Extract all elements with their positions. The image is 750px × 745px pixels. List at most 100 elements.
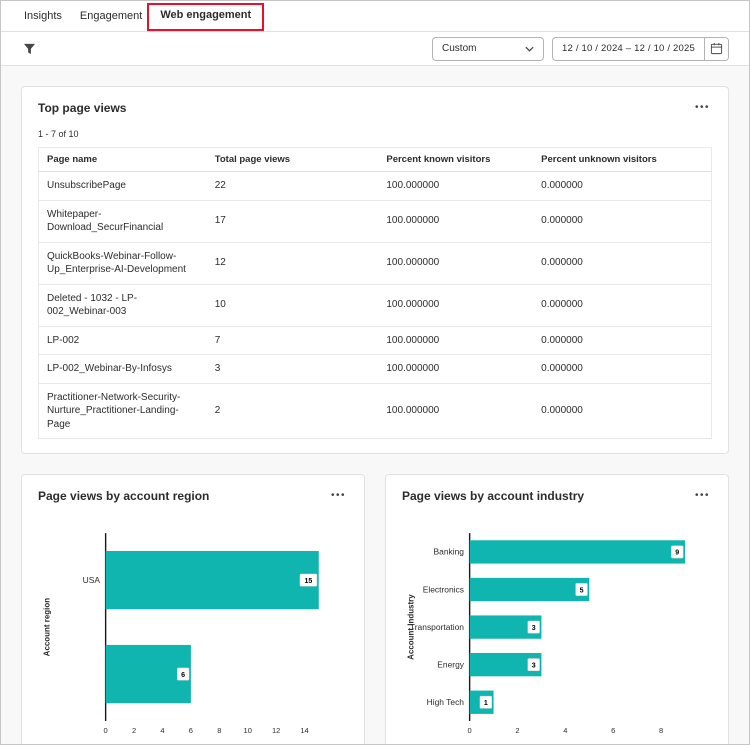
- date-preset-select[interactable]: Custom: [432, 36, 545, 61]
- more-options-button[interactable]: •••: [693, 103, 712, 113]
- page-views-table: Page name Total page views Percent known v…: [38, 147, 712, 439]
- table-cell: 22: [206, 171, 379, 201]
- table-cell: 7: [206, 326, 379, 355]
- top-page-views-title: Top page views: [38, 101, 127, 115]
- table-cell: 0.000000: [533, 284, 712, 327]
- x-tick-label: 6: [189, 726, 193, 735]
- table-cell: LP-002: [38, 326, 207, 355]
- table-row: QuickBooks-Webinar-Follow-Up_Enterprise-…: [38, 242, 712, 285]
- column-header: Percent known visitors: [378, 147, 534, 172]
- dashboard-content: Top page views ••• 1 - 7 of 10 Page name…: [1, 66, 749, 744]
- category-label: High Tech: [427, 697, 465, 707]
- bar[interactable]: [469, 577, 590, 602]
- pagination-label: 1 - 7 of 10: [38, 129, 79, 139]
- industry-chart-card: Page views by account industry ••• 0 2 4 6 8…: [385, 474, 729, 744]
- table-cell: 0.000000: [533, 171, 712, 201]
- x-tick-label: 4: [563, 726, 567, 735]
- category-label: Electronics: [423, 584, 464, 594]
- table-row: Whitepaper-Download_SecurFinancial 17 100.…: [38, 200, 712, 243]
- table-cell: 0.000000: [533, 200, 712, 243]
- date-preset-value: Custom: [442, 43, 477, 54]
- filter-bar: Custom 12 / 10 / 2024 – 12 / 10 / 2025: [1, 32, 749, 66]
- region-bar-chart: 02468101214USA156Page viewsAccount regio…: [42, 533, 319, 735]
- tab-web-engagement-label: Web engagement: [160, 9, 252, 21]
- x-tick-label: 12: [272, 726, 280, 735]
- calendar-button[interactable]: [704, 37, 728, 60]
- table-cell: 0.000000: [533, 326, 712, 355]
- bar-value-label: 3: [532, 662, 536, 669]
- tab-insights[interactable]: Insights: [15, 1, 71, 31]
- charts-row: Page views by account region ••• 0 2 4 6 8 10…: [21, 474, 729, 744]
- table-cell: 17: [206, 200, 379, 243]
- table-row: Practitioner-Network-Security-Nurture_Pr…: [39, 383, 712, 439]
- top-page-views-card: Top page views ••• 1 - 7 of 10 Page name…: [21, 86, 729, 454]
- table-cell: Deleted - 1032 - LP-002_Webinar-003: [38, 284, 207, 327]
- table-header-row: Page name Total page views Percent known v…: [38, 147, 712, 172]
- table-cell: 0.000000: [541, 405, 583, 416]
- industry-bar-chart: 0 2 4 6 8 Banking 9 Electronics 5 Transportation 3…: [406, 533, 686, 735]
- table-cell: 100.000000: [378, 354, 534, 384]
- top-page-views-header: Top page views •••: [38, 101, 712, 115]
- category-label: USA: [83, 575, 101, 585]
- table-cell: 12: [206, 242, 379, 285]
- bar-value-label: 5: [580, 587, 584, 594]
- x-tick-label: 10: [244, 726, 252, 735]
- table-cell: UnsubscribePage: [38, 171, 207, 201]
- table-cell: LP-002_Webinar-By-Infosys: [38, 354, 207, 384]
- x-tick-label: 14: [300, 726, 308, 735]
- table-cell: 3: [206, 354, 379, 384]
- industry-chart-title: Page views by account industry: [402, 489, 585, 503]
- category-label: Transportation: [410, 622, 464, 632]
- table-row: Deleted - 1032 - LP-002_Webinar-003 10 100…: [38, 284, 712, 327]
- bar[interactable]: [469, 540, 686, 564]
- table-cell: 100.000000: [378, 242, 534, 285]
- region-chart-header: Page views by account region •••: [38, 489, 348, 503]
- table-cell: 10: [206, 284, 379, 327]
- table-row: LP-002 7 100.000000 0.000000: [38, 326, 712, 355]
- y-axis-label: Account Industry: [406, 594, 415, 660]
- date-range-value: 12 / 10 / 2024 – 12 / 10 / 2025: [562, 43, 695, 54]
- table-row: LP-002_Webinar-By-Infosys 3 100.000000 0.00…: [38, 354, 712, 384]
- region-chart-title: Page views by account region: [38, 489, 210, 503]
- table-cell: 100.000000: [386, 405, 440, 416]
- filter-funnel-icon: [23, 43, 36, 54]
- x-tick-label: 8: [217, 726, 221, 735]
- bar-value-label: 6: [181, 672, 185, 679]
- bar-value-label: 15: [305, 578, 313, 585]
- column-header: Total page views: [206, 147, 379, 172]
- table-cell: 100.000000: [378, 171, 534, 201]
- x-tick-label: 8: [659, 726, 663, 735]
- bar-value-label: 3: [532, 625, 536, 632]
- table-row: UnsubscribePage 22 100.000000 0.000000: [38, 171, 712, 201]
- filter-button[interactable]: [21, 39, 38, 59]
- table-cell: 0.000000: [533, 242, 712, 285]
- table-cell: 100.000000: [378, 326, 534, 355]
- more-options-button[interactable]: •••: [693, 491, 712, 501]
- table-cell: 100.000000: [378, 200, 534, 243]
- table-cell: Practitioner-Network-Security-Nurture_Pr…: [47, 391, 181, 430]
- more-options-button[interactable]: •••: [329, 491, 348, 501]
- column-header: Page name: [38, 147, 207, 172]
- web-engagement-page: Insights Engagement Web engagement Custo…: [0, 0, 750, 745]
- table-cell: 2: [214, 405, 221, 416]
- column-header: Percent unknown visitors: [533, 147, 712, 172]
- y-axis-label: Account region: [42, 598, 51, 657]
- x-tick-label: 6: [611, 726, 615, 735]
- calendar-icon: [710, 42, 723, 55]
- chevron-down-icon: [525, 46, 534, 52]
- industry-chart-header: Page views by account industry •••: [402, 489, 712, 503]
- category-label: Banking: [434, 547, 465, 557]
- tab-engagement[interactable]: Engagement: [71, 1, 151, 31]
- table-cell: 100.000000: [378, 284, 534, 327]
- bar-value-label: 1: [484, 700, 488, 707]
- region-chart-card: Page views by account region ••• 0 2 4 6 8 10…: [21, 474, 365, 744]
- bar[interactable]: [105, 551, 319, 610]
- tab-web-engagement[interactable]: Web engagement: [147, 1, 265, 31]
- date-range-field[interactable]: 12 / 10 / 2024 – 12 / 10 / 2025: [552, 36, 729, 61]
- x-tick-label: 2: [515, 726, 519, 735]
- tab-bar: Insights Engagement Web engagement: [1, 1, 749, 32]
- table-cell: QuickBooks-Webinar-Follow-Up_Enterprise-…: [38, 242, 207, 285]
- x-tick-label: 0: [468, 726, 472, 735]
- category-label: Energy: [437, 659, 465, 669]
- x-tick-label: 2: [132, 726, 136, 735]
